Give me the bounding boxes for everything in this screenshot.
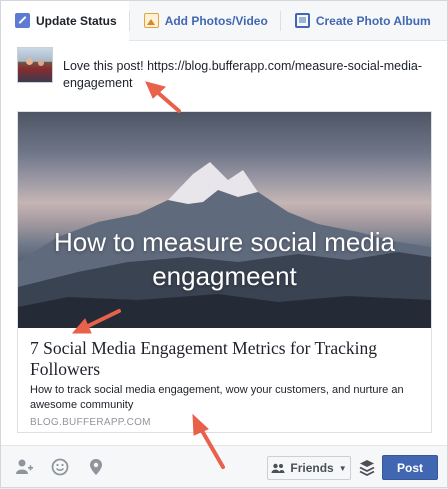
tag-friends-icon[interactable] — [15, 458, 33, 476]
tab-label: Add Photos/Video — [164, 13, 268, 28]
tab-add-photos-video[interactable]: Add Photos/Video — [130, 1, 280, 41]
post-button[interactable]: Post — [382, 455, 438, 480]
album-icon — [294, 13, 310, 28]
pencil-icon — [15, 13, 30, 28]
feeling-icon[interactable] — [51, 458, 69, 476]
photo-icon — [143, 13, 159, 28]
chevron-down-icon: ▼ — [338, 463, 347, 473]
tab-update-status[interactable]: Update Status — [1, 0, 129, 41]
status-composer: Update Status Add Photos/Video Create Ph… — [0, 0, 448, 488]
mountain-landscape — [18, 162, 431, 328]
audience-selector-button[interactable]: Friends ▼ — [267, 456, 351, 480]
ridge-near — [18, 294, 431, 328]
composer-footer: Friends ▼ Post — [1, 445, 447, 487]
link-preview-image-caption: How to measure social media engagmeent — [53, 227, 396, 291]
link-preview-card[interactable]: How to measure social media engagmeent 7… — [17, 111, 432, 433]
status-input[interactable]: Love this post! https://blog.bufferapp.c… — [63, 58, 439, 92]
location-pin-icon[interactable] — [87, 458, 105, 476]
tab-create-photo-album[interactable]: Create Photo Album — [281, 1, 443, 41]
tab-label: Update Status — [36, 13, 117, 28]
layers-icon[interactable] — [359, 459, 375, 477]
audience-label: Friends — [290, 461, 334, 475]
link-preview-domain: BLOG.BUFFERAPP.COM — [30, 417, 151, 428]
link-preview-description: How to track social media engagement, wo… — [30, 384, 404, 411]
link-preview-image[interactable]: How to measure social media engagmeent — [18, 112, 431, 328]
avatar[interactable] — [17, 47, 53, 83]
friends-icon — [271, 463, 285, 473]
composer-tabs: Update Status Add Photos/Video Create Ph… — [1, 0, 447, 41]
tab-label: Create Photo Album — [315, 13, 431, 28]
link-preview-title[interactable]: 7 Social Media Engagement Metrics for Tr… — [30, 338, 425, 380]
